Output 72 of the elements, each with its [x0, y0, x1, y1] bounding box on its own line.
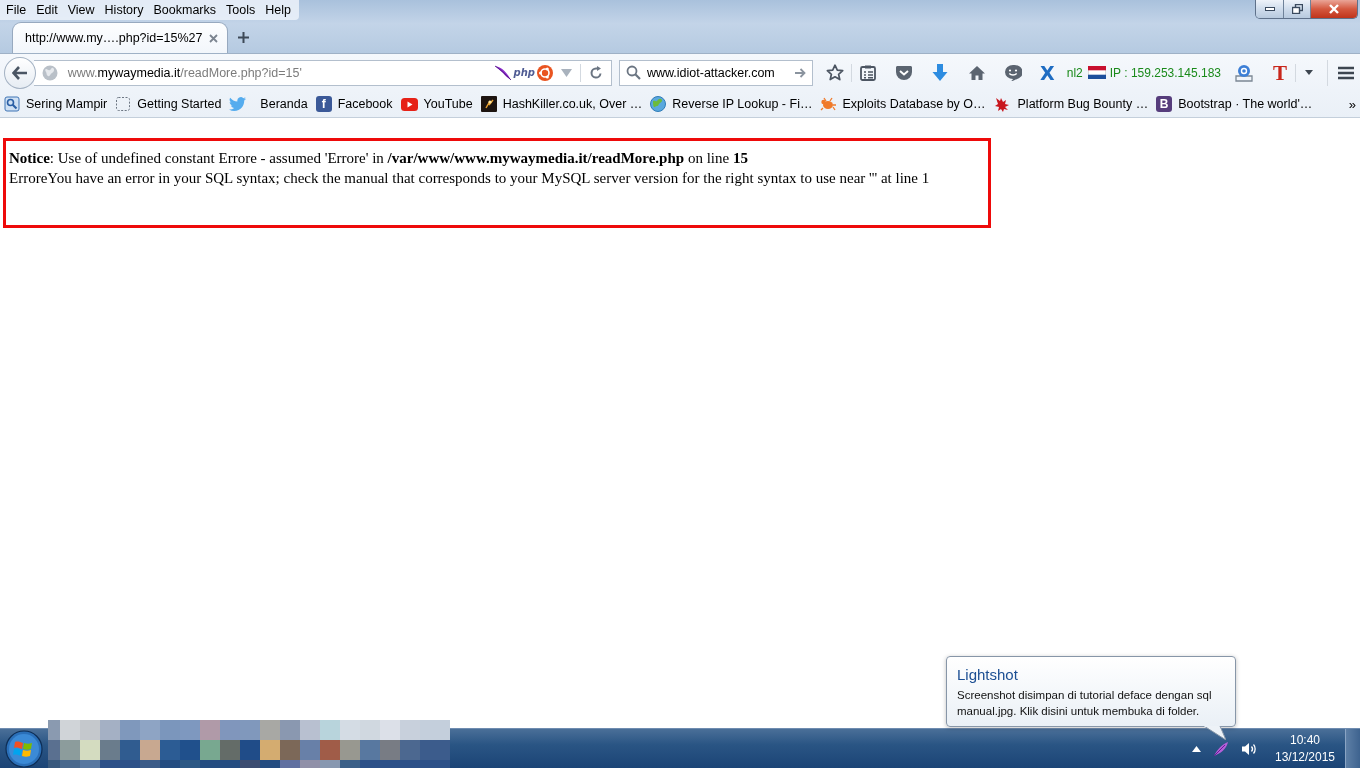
play-button-icon	[400, 97, 418, 111]
smiley-bubble-icon[interactable]	[1004, 64, 1023, 81]
balloon-pointer	[1204, 726, 1226, 740]
proxy-region: nl2	[1066, 65, 1083, 80]
arrow-down-icon[interactable]	[932, 64, 949, 81]
menu-icon[interactable]	[1338, 65, 1354, 80]
bookmark-link[interactable]: Beranda	[260, 97, 308, 111]
dashed-square-icon	[115, 96, 132, 112]
shield-chevron-icon[interactable]	[895, 64, 914, 81]
restore-icon	[1291, 4, 1303, 14]
notice-message: Notice: Use of undefined constant Errore - assumed 'Errore' in /var/www/www.mywaymedia.it/readMore.php on line 15	[9, 149, 749, 168]
menu-item[interactable]: Help	[260, 0, 296, 20]
close-button[interactable]	[1310, 0, 1357, 18]
menu-item[interactable]: Tools	[221, 0, 261, 20]
bookmark-link[interactable]: YouTube	[423, 97, 473, 111]
t-button[interactable]: T	[1273, 62, 1287, 83]
bookmark-link[interactable]: Facebook	[337, 97, 393, 111]
close-icon[interactable]	[209, 33, 218, 43]
bookmark-link[interactable]: Getting Started	[137, 97, 222, 111]
error-message: ErroreYou have an error in your SQL syntax; check the manual that corresponds to your MySQL server version for the right syntax to use near ''' at line 1	[9, 169, 931, 188]
url-field[interactable]: www.mywaymedia.it/readMore.php?id=15' php	[33, 59, 612, 86]
minimize-button[interactable]	[1256, 0, 1283, 18]
feather-icon[interactable]	[493, 64, 512, 81]
restore-button[interactable]	[1283, 0, 1310, 18]
bookmark-link[interactable]: HashKiller.co.uk, Over …	[502, 97, 643, 111]
menu-item[interactable]: View	[62, 0, 100, 20]
more-bookmarks-button[interactable]: »	[1348, 96, 1356, 112]
site-logo: f	[315, 96, 332, 112]
php-logo[interactable]: php	[513, 67, 535, 78]
search-page-icon	[4, 96, 20, 112]
x-button[interactable]: X	[1040, 62, 1055, 83]
menu-item[interactable]: History	[99, 0, 149, 20]
globe-icon	[41, 64, 58, 81]
arrow-right-icon[interactable]	[795, 67, 807, 78]
speaker-icon[interactable]	[1241, 741, 1257, 756]
notification-text: Screenshot disimpan di tutorial deface dengan sql manual.jpg. Klik disini untuk membuka di folder.	[957, 688, 1213, 719]
start-button[interactable]	[2, 728, 46, 768]
ring-logo-icon[interactable]	[536, 64, 553, 81]
search-field[interactable]: www.idiot-attacker.com	[618, 59, 814, 86]
bookmark-link[interactable]: Reverse IP Lookup - Fi…	[672, 97, 813, 111]
clock-button[interactable]: 10:40 13/12/2015	[1275, 731, 1335, 766]
bookmark-link[interactable]: Exploits Database by O…	[842, 97, 986, 111]
notification-balloon[interactable]: Lightshot Screenshot disimpan di tutorial deface dengan sql manual.jpg. Klik disini untuk membuka di folder.	[946, 656, 1236, 727]
addon-icon[interactable]	[1235, 63, 1253, 82]
bookmark-link[interactable]: Sering Mampir	[26, 97, 108, 111]
home-icon[interactable]	[968, 64, 987, 81]
browser-tab[interactable]: http://www.my….php?id=15%27	[12, 22, 228, 53]
bug-icon	[820, 97, 837, 111]
back-button[interactable]	[4, 56, 36, 89]
minimize-icon	[1264, 7, 1275, 11]
clipboard-list-icon[interactable]	[860, 64, 877, 81]
menu-item[interactable]: Bookmarks	[148, 0, 221, 20]
globe-icon	[650, 96, 667, 112]
ip-address: IP : 159.253.145.183	[1109, 65, 1221, 80]
close-icon	[1328, 4, 1340, 14]
dark-square-icon	[480, 96, 497, 112]
bird-icon	[229, 97, 247, 111]
search-icon	[625, 65, 641, 80]
menu-item[interactable]: File	[1, 0, 32, 20]
caret-icon[interactable]	[1305, 70, 1313, 75]
plus-icon[interactable]	[238, 32, 249, 43]
reload-icon[interactable]	[588, 65, 603, 80]
star-icon[interactable]	[826, 64, 845, 81]
bookmark-link[interactable]: Platform Bug Bounty …	[1017, 97, 1149, 111]
arrow-left-icon	[11, 65, 28, 80]
site-logo: B	[1156, 96, 1173, 112]
triangle-up-icon[interactable]	[1192, 745, 1201, 752]
bookmark-link[interactable]: Bootstrap · The world'…	[1178, 97, 1313, 111]
notification-title: Lightshot	[957, 666, 1019, 684]
flag-icon	[1087, 66, 1106, 79]
menu-item[interactable]: Edit	[31, 0, 63, 20]
flag-orb-icon	[5, 729, 43, 768]
